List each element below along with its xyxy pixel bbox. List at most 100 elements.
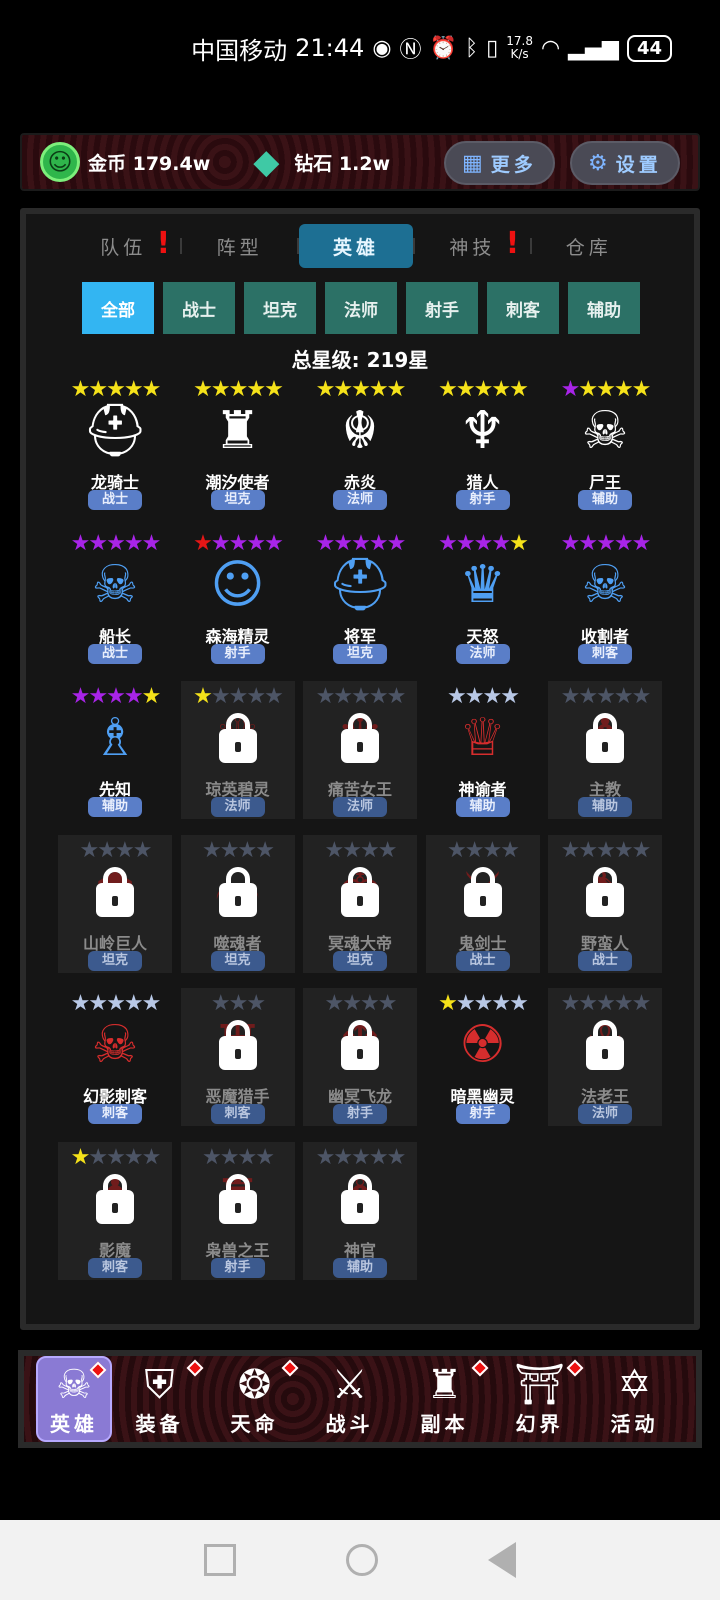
general-icon: ⛑ [326, 554, 393, 615]
hero-role-badge: 法师 [455, 643, 510, 664]
hero-card[interactable]: ★★★★★☥法老王法师 [548, 988, 662, 1126]
filter-button[interactable]: 射手 [406, 282, 478, 334]
hero-role-badge: 战士 [88, 643, 142, 664]
diamond-display: ◆ 钻石 1.2w [246, 142, 390, 182]
hero-role-badge: 辅助 [455, 797, 510, 817]
lock-icon [96, 1173, 134, 1224]
hero-role-badge: 法师 [333, 797, 387, 817]
hero-card[interactable]: ★★★★☣噬魂者坦克 [180, 834, 295, 973]
hero-card[interactable]: ★★★★★♞野蛮人战士 [548, 834, 662, 973]
nav-armor[interactable]: ⛨ 装备 [112, 1356, 207, 1442]
alarm-icon: ⏰ [429, 35, 457, 61]
filter-button[interactable]: 全部 [82, 282, 154, 334]
tab-1[interactable]: 阵型 [182, 224, 296, 268]
hero-card[interactable]: ★ ★ ★ ★ ★ ⛑ 龙骑士 战士 [58, 374, 172, 512]
nav-castle[interactable]: ♜ 副本 [397, 1356, 492, 1442]
tab-2[interactable]: 英雄 [298, 224, 414, 268]
crossed-swords-icon: ⚔ [331, 1361, 368, 1408]
clock: 21:44 [295, 34, 365, 62]
hero-card[interactable]: ★ ★ ★ ★ ♕ 神谕者 辅助 [426, 681, 540, 819]
hero-card[interactable]: ★★★★♚冥魂大帝坦克 [303, 834, 417, 973]
knight-icon: ♜ [214, 401, 261, 461]
hero-name: 冥魂大帝 [327, 933, 392, 953]
dark-ghost-icon: ☢ [459, 1015, 506, 1075]
hero-card[interactable]: ★ ★ ★ ★ ★ ☢ 暗黑幽灵 射手 [426, 988, 540, 1126]
hero-name: 枭兽之王 [205, 1240, 270, 1260]
hero-card[interactable]: ★ ★ ★ ★ ★ ☬ 赤炎 法师 [303, 374, 417, 512]
hero-card[interactable]: ★★★★★♕琼英碧灵法师 [180, 681, 295, 819]
hero-card[interactable]: ★ ★ ★ ★ ★ ♛ 天怒 法师 [426, 528, 540, 666]
recent-apps-button[interactable] [204, 1544, 236, 1576]
tab-0[interactable]: 队伍! [66, 224, 180, 268]
vibrate-icon: ▯ [486, 35, 499, 61]
hero-card[interactable]: ★ ★ ★ ★ ★ ☠ 幻影刺客 刺客 [58, 988, 172, 1126]
more-label: 更多 [490, 153, 537, 176]
hero-card[interactable]: ★★★♅恶魔猎手刺客 [180, 988, 295, 1126]
hero-role-badge: 坦克 [88, 950, 142, 971]
hero-name: 山岭巨人 [82, 933, 147, 953]
nav-skull-hero[interactable]: ☠ 英雄 [36, 1356, 112, 1442]
hero-role-badge: 刺客 [210, 1104, 265, 1124]
hero-card[interactable]: ★★★★♜枭兽之王射手 [180, 1141, 295, 1280]
role-filter-bar: 全部 战士 坦克 法师 射手 刺客 辅助 [82, 282, 640, 334]
nav-label: 天命 [230, 1411, 279, 1436]
hero-card[interactable]: ★ ★ ★ ★ ★ ☠ 尸王 辅助 [548, 374, 662, 512]
home-button[interactable] [346, 1544, 378, 1576]
filter-button[interactable]: 战士 [163, 282, 235, 334]
hero-panel: 队伍! 阵型 英雄 神技! 仓库 全部 战士 坦克 法师 射手 刺客 辅助 总星级: 219星 ★ ★… [20, 208, 700, 1330]
hero-card[interactable]: ★ ★ ★ ★ ★ ♆ 猎人 射手 [426, 374, 540, 512]
filter-button[interactable]: 法师 [325, 282, 397, 334]
portal-icon: ⛩ [514, 1361, 565, 1408]
notification-badge [186, 1359, 204, 1377]
nav-label: 装备 [135, 1411, 184, 1436]
hero-name: 神官 [343, 1240, 376, 1260]
tab-3[interactable]: 神技! [415, 224, 529, 268]
hero-role-badge: 射手 [455, 490, 510, 510]
hero-role-badge: 刺客 [578, 643, 632, 664]
hero-card[interactable]: ★★★★♆幽冥飞龙射手 [303, 988, 417, 1126]
hero-role-badge: 坦克 [210, 950, 265, 971]
filter-button[interactable]: 坦克 [244, 282, 316, 334]
lock-icon [341, 866, 379, 917]
tab-4[interactable]: 仓库 [532, 224, 646, 268]
total-stars-label: 总星级: 219星 [291, 348, 429, 372]
hero-card[interactable]: ★ ★ ★ ★ ★ ☠ 收割者 刺客 [548, 528, 662, 666]
back-button[interactable] [488, 1542, 516, 1578]
hero-role-badge: 法师 [210, 797, 265, 817]
elf-icon: ☺ [210, 554, 265, 615]
hero-card[interactable]: ★★★★★♝主教辅助 [548, 681, 662, 819]
nav-scroll[interactable]: ✡ 活动 [587, 1356, 682, 1442]
nav-fate[interactable]: ❂ 天命 [207, 1356, 302, 1442]
lock-icon [463, 866, 502, 917]
hero-card[interactable]: ★ ★ ★ ★ ★ ☠ 船长 战士 [58, 528, 172, 666]
hero-card[interactable]: ★★★★★♟影魔刺客 [58, 1141, 172, 1280]
settings-button[interactable]: ⚙ 设置 [570, 141, 680, 185]
hero-card[interactable]: ★ ★ ★ ★ ★ ♜ 潮汐使者 坦克 [181, 374, 295, 512]
hero-card[interactable]: ★★★★★♛痛苦女王法师 [303, 681, 417, 819]
lock-icon [341, 1020, 379, 1070]
more-button[interactable]: ▦ 更多 [444, 141, 555, 185]
coin-icon: ☺ [40, 142, 80, 182]
lock-icon [96, 866, 134, 917]
filter-button[interactable]: 辅助 [568, 282, 640, 334]
lock-icon [586, 1020, 624, 1070]
hero-card[interactable]: ★★★★☗山岭巨人坦克 [58, 834, 172, 973]
nav-portal[interactable]: ⛩ 幻界 [492, 1356, 587, 1442]
settings-label: 设置 [615, 153, 662, 176]
signal-icon: ▂▄▆ [568, 35, 619, 61]
hero-card[interactable]: ★ ★ ★ ★ ★ ⛑ 将军 坦克 [303, 528, 417, 666]
hero-role-badge: 刺客 [88, 1257, 142, 1278]
hero-card[interactable]: ★ ★ ★ ★ ★ ♗ 先知 辅助 [58, 681, 172, 819]
hero-role-badge: 战士 [578, 950, 632, 971]
hero-card[interactable]: ★★★★★♗神官辅助 [303, 1141, 417, 1280]
bluetooth-icon: ᛒ [464, 35, 479, 61]
lock-icon [341, 713, 379, 763]
filter-button[interactable]: 刺客 [487, 282, 559, 334]
goddess-icon: ♛ [459, 554, 506, 615]
nav-crossed-swords[interactable]: ⚔ 战斗 [302, 1356, 397, 1442]
hero-card[interactable]: ★★★★⚔鬼剑士战士 [425, 834, 540, 973]
zombie-icon: ☠ [581, 401, 629, 461]
wifi-icon: ◠ [540, 35, 561, 61]
hero-card[interactable]: ★ ★ ★ ★ ★ ☺ 森海精灵 射手 [181, 528, 295, 666]
viking-helmet-icon: ⛑ [81, 401, 148, 461]
